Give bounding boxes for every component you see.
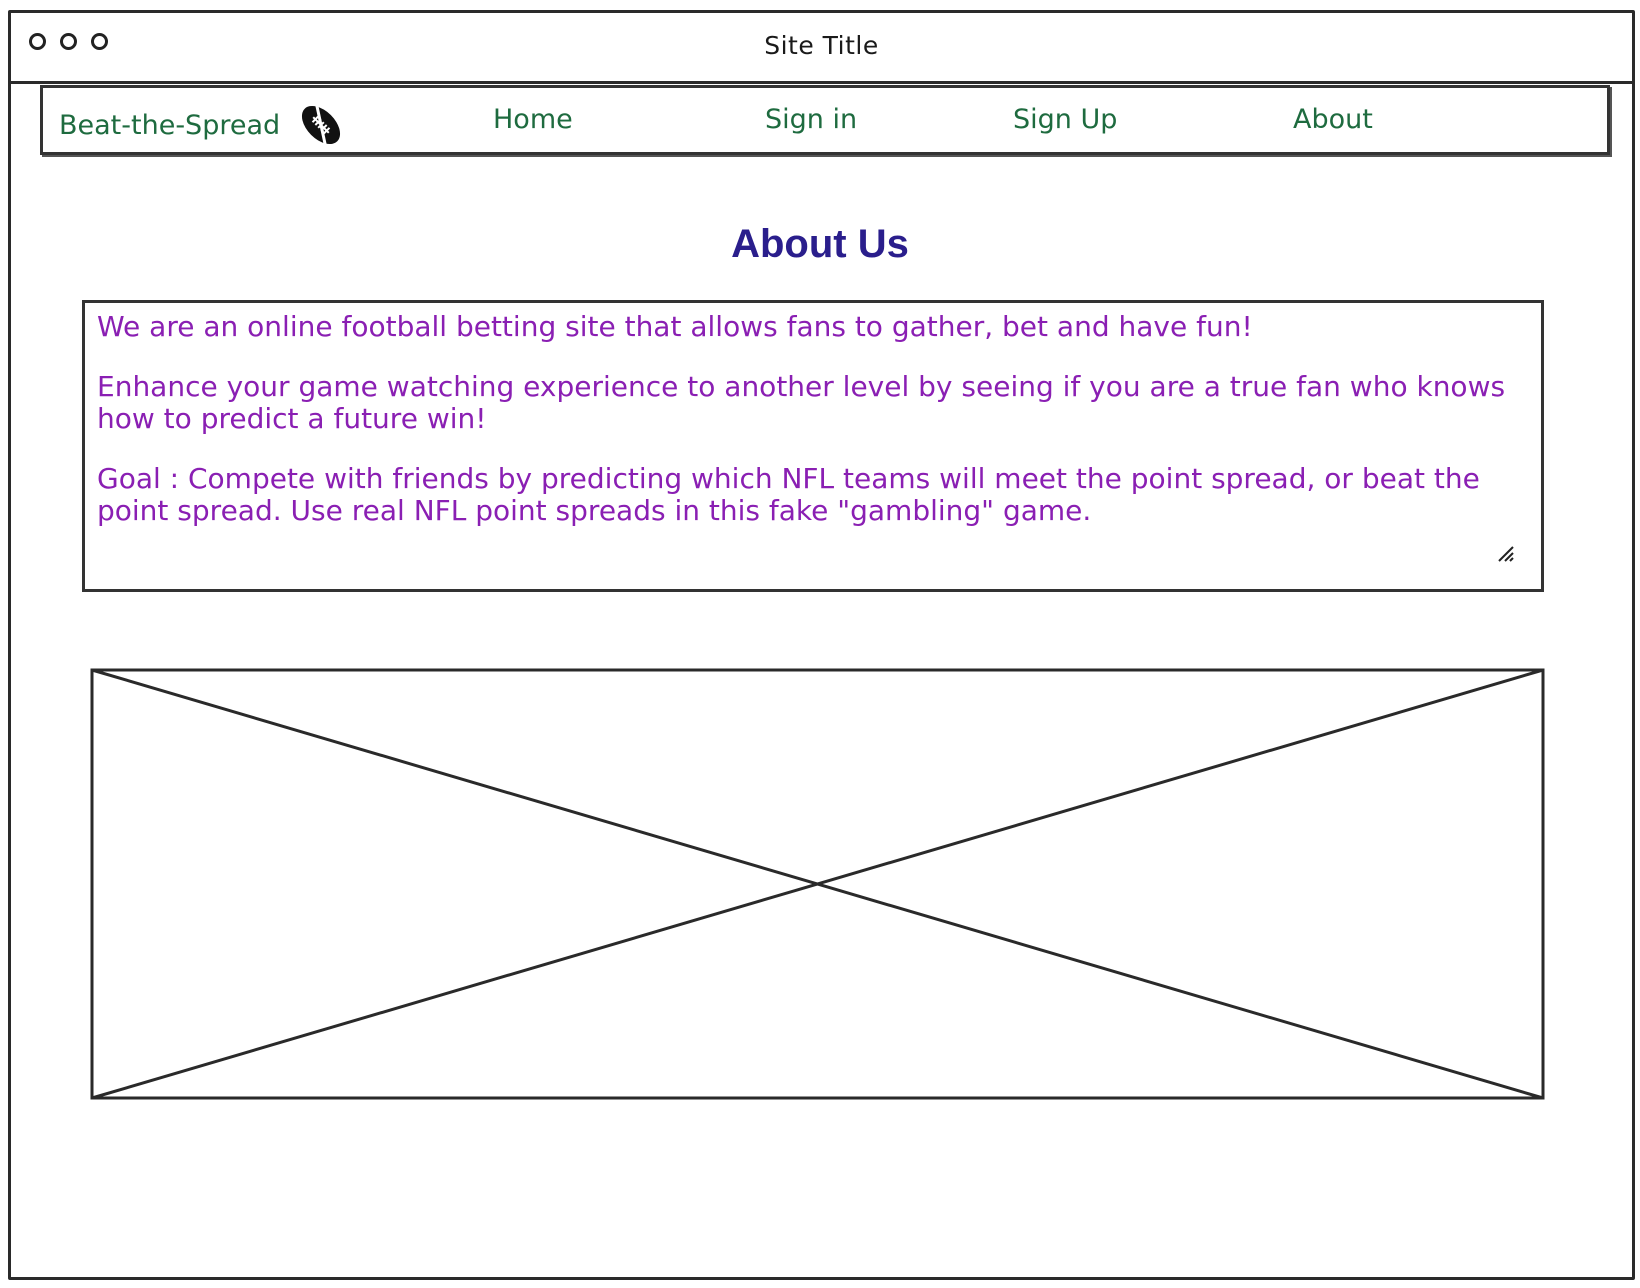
football-icon: [302, 104, 341, 146]
page-title: About Us: [731, 222, 909, 266]
brand-link[interactable]: Beat-the-Spread: [59, 110, 280, 141]
nav-sign-in-link[interactable]: Sign in: [765, 104, 857, 135]
image-placeholder-icon: [90, 668, 1545, 1100]
site-title: Site Title: [764, 31, 879, 60]
about-paragraph-goal: Goal : Compete with friends by predictin…: [97, 462, 1480, 527]
navbar: Beat-the-Spread Home Sign in Sign Up Abo…: [40, 85, 1610, 155]
nav-item-home[interactable]: Home: [493, 104, 573, 135]
nav-item-about[interactable]: About: [1293, 104, 1373, 135]
about-paragraph-intro: We are an online football betting site t…: [97, 310, 1253, 343]
resize-handle-icon[interactable]: [1495, 543, 1517, 565]
nav-about-link[interactable]: About: [1293, 104, 1373, 135]
nav-sign-up-link[interactable]: Sign Up: [1013, 104, 1117, 135]
about-text-area[interactable]: We are an online football betting site t…: [82, 300, 1544, 592]
nav-item-sign-up[interactable]: Sign Up: [1013, 104, 1117, 135]
nav-item-sign-in[interactable]: Sign in: [765, 104, 857, 135]
nav-home-link[interactable]: Home: [493, 104, 573, 135]
brand[interactable]: Beat-the-Spread: [59, 102, 344, 148]
window-titlebar: Site Title: [11, 13, 1632, 84]
about-paragraph-enhance: Enhance your game watching experience to…: [97, 370, 1506, 435]
